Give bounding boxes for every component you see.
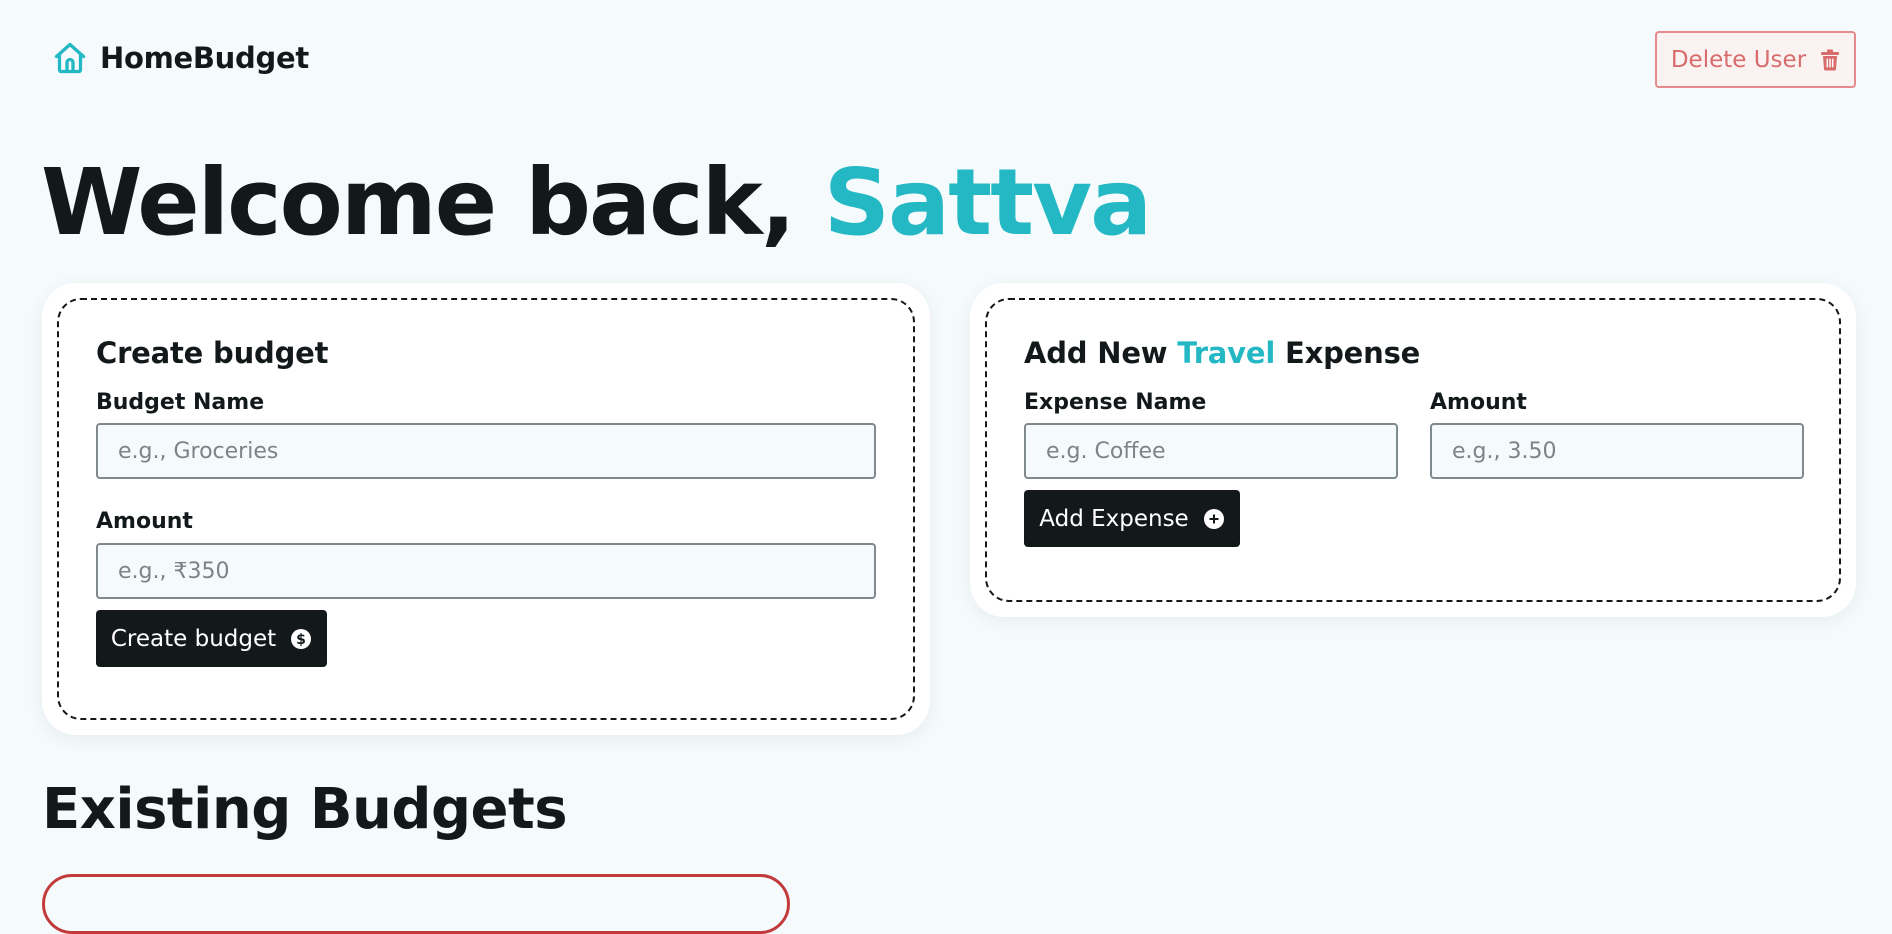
plus-circle-icon [1203,508,1225,530]
house-icon [52,40,88,76]
add-expense-title-prefix: Add New [1024,336,1178,370]
budget-name-input[interactable] [96,423,876,479]
add-expense-card: Add New Travel Expense Expense Name Amou… [970,283,1856,617]
budget-amount-input[interactable] [96,543,876,599]
user-name: Sattva [823,149,1152,256]
budget-amount-label: Amount [96,509,193,534]
add-expense-title-suffix: Expense [1275,336,1421,370]
existing-budgets-title: Existing Budgets [42,777,568,842]
delete-user-button[interactable]: Delete User [1655,31,1856,88]
dollar-circle-icon: $ [290,628,312,650]
add-expense-button[interactable]: Add Expense [1024,490,1240,547]
expense-name-input[interactable] [1024,423,1398,479]
expense-amount-label: Amount [1430,390,1527,415]
budget-name-label: Budget Name [96,390,265,415]
add-expense-button-label: Add Expense [1039,505,1189,532]
svg-text:$: $ [296,632,306,648]
welcome-prefix: Welcome back, [41,149,824,256]
delete-user-label: Delete User [1670,46,1807,73]
add-expense-form: Add New Travel Expense Expense Name Amou… [985,298,1841,602]
expense-name-label: Expense Name [1024,390,1207,415]
create-budget-title: Create budget [96,336,329,370]
create-budget-button[interactable]: Create budget $ [96,610,327,667]
budget-card [42,874,790,934]
add-expense-title: Add New Travel Expense [1024,336,1420,370]
top-navbar: HomeBudget Delete User [0,0,1892,122]
home-link[interactable]: HomeBudget [52,40,309,76]
create-budget-form: Create budget Budget Name Amount Create … [57,298,915,720]
expense-amount-input[interactable] [1430,423,1804,479]
trash-icon [1820,49,1840,71]
welcome-heading: Welcome back, Sattva [41,148,1152,258]
create-budget-card: Create budget Budget Name Amount Create … [42,283,930,735]
expense-budget-name: Travel [1177,336,1276,370]
brand-name: HomeBudget [100,41,309,75]
create-budget-button-label: Create budget [110,625,277,652]
